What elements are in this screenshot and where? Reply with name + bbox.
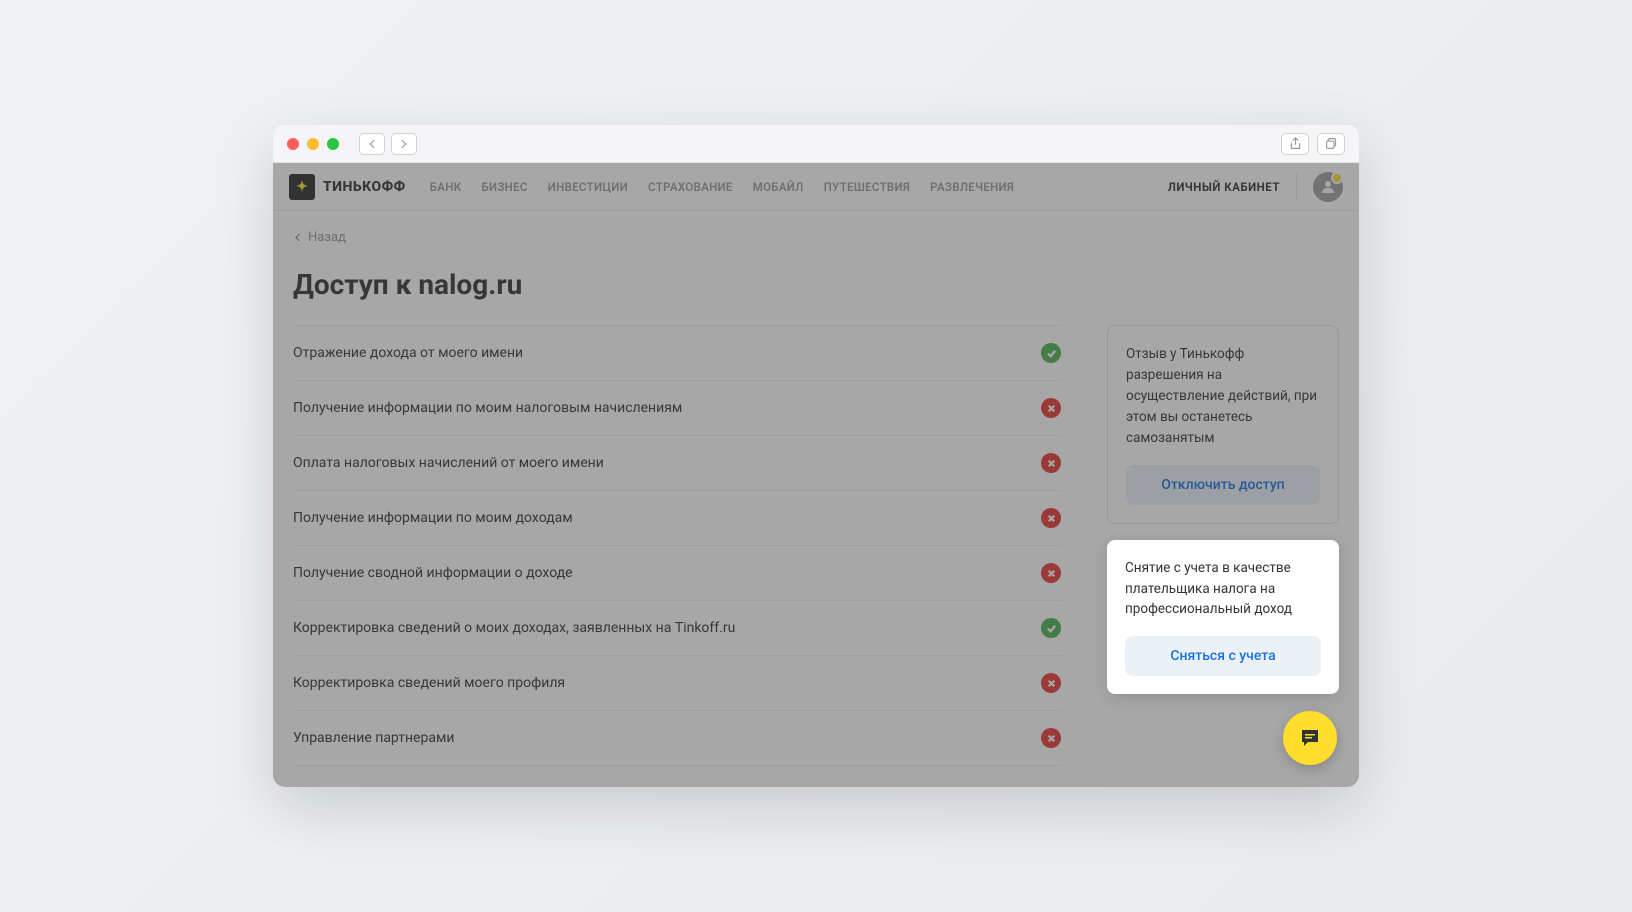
app-content: ✦ ТИНЬКОФФ БАНК БИЗНЕС ИНВЕСТИЦИИ СТРАХОВАН… bbox=[273, 163, 1359, 787]
chat-fab[interactable] bbox=[1283, 711, 1337, 765]
check-icon bbox=[1041, 618, 1061, 638]
deregister-button[interactable]: Сняться с учета bbox=[1125, 636, 1321, 676]
nav-links: БАНК БИЗНЕС ИНВЕСТИЦИИ СТРАХОВАНИЕ МОБАЙЛ ПУТ… bbox=[430, 180, 1014, 194]
permission-label: Отражение дохода от моего имени bbox=[293, 345, 523, 361]
divider bbox=[1296, 174, 1297, 200]
nav-link[interactable]: БАНК bbox=[430, 180, 462, 194]
permission-row[interactable]: Получение сводной информации о доходе bbox=[293, 546, 1061, 601]
nav-link[interactable]: СТРАХОВАНИЕ bbox=[648, 180, 733, 194]
check-icon bbox=[1041, 343, 1061, 363]
forward-button[interactable] bbox=[391, 133, 417, 155]
permission-label: Управление партнерами bbox=[293, 730, 454, 746]
cross-icon bbox=[1041, 673, 1061, 693]
maximize-window-button[interactable] bbox=[327, 138, 339, 150]
cabinet-link[interactable]: ЛИЧНЫЙ КАБИНЕТ bbox=[1168, 180, 1280, 194]
permission-row[interactable]: Получение информации по моим доходам bbox=[293, 491, 1061, 546]
permission-label: Оплата налоговых начислений от моего име… bbox=[293, 455, 604, 471]
close-window-button[interactable] bbox=[287, 138, 299, 150]
permission-label: Корректировка сведений моего профиля bbox=[293, 675, 565, 691]
permission-row[interactable]: Корректировка сведений моего профиля bbox=[293, 656, 1061, 711]
cross-icon bbox=[1041, 453, 1061, 473]
nav-arrows bbox=[359, 133, 417, 155]
window-titlebar bbox=[273, 125, 1359, 163]
card-text: Снятие с учета в качестве плательщика на… bbox=[1125, 558, 1321, 621]
traffic-lights bbox=[287, 138, 339, 150]
tabs-button[interactable] bbox=[1317, 133, 1345, 155]
revoke-access-button[interactable]: Отключить доступ bbox=[1126, 465, 1320, 505]
logo-icon: ✦ bbox=[289, 174, 315, 200]
permission-row[interactable]: Оплата налоговых начислений от моего име… bbox=[293, 436, 1061, 491]
chat-icon bbox=[1298, 726, 1322, 750]
page-title: Доступ к nalog.ru bbox=[293, 268, 1339, 301]
back-label: Назад bbox=[308, 230, 346, 245]
revoke-access-card: Отзыв у Тинькофф разрешения на осуществл… bbox=[1107, 325, 1339, 524]
cross-icon bbox=[1041, 398, 1061, 418]
permission-row[interactable]: Корректировка сведений о моих доходах, з… bbox=[293, 601, 1061, 656]
permission-row[interactable]: Получение информации по моим налоговым н… bbox=[293, 381, 1061, 436]
avatar[interactable] bbox=[1313, 172, 1343, 202]
nav-link[interactable]: БИЗНЕС bbox=[481, 180, 527, 194]
back-button[interactable] bbox=[359, 133, 385, 155]
nav-link[interactable]: ИНВЕСТИЦИИ bbox=[548, 180, 628, 194]
nav-link[interactable]: РАЗВЛЕЧЕНИЯ bbox=[930, 180, 1014, 194]
chevron-left-icon bbox=[293, 233, 302, 242]
permission-label: Получение информации по моим налоговым н… bbox=[293, 400, 682, 416]
cross-icon bbox=[1041, 728, 1061, 748]
logo-text: ТИНЬКОФФ bbox=[323, 179, 406, 195]
logo[interactable]: ✦ ТИНЬКОФФ bbox=[289, 174, 406, 200]
nav-link[interactable]: ПУТЕШЕСТВИЯ bbox=[824, 180, 911, 194]
deregister-card: Снятие с учета в качестве плательщика на… bbox=[1107, 540, 1339, 695]
share-button[interactable] bbox=[1281, 133, 1309, 155]
permission-label: Получение информации по моим доходам bbox=[293, 510, 573, 526]
nav-link[interactable]: МОБАЙЛ bbox=[753, 180, 804, 194]
back-link[interactable]: Назад bbox=[293, 230, 346, 245]
sidebar: Отзыв у Тинькофф разрешения на осуществл… bbox=[1107, 325, 1339, 694]
card-text: Отзыв у Тинькофф разрешения на осуществл… bbox=[1126, 344, 1320, 449]
page-body: Назад Доступ к nalog.ru Отражение дохода… bbox=[273, 211, 1359, 787]
permission-row[interactable]: Управление партнерами bbox=[293, 711, 1061, 766]
top-nav: ✦ ТИНЬКОФФ БАНК БИЗНЕС ИНВЕСТИЦИИ СТРАХОВАН… bbox=[273, 163, 1359, 211]
permission-label: Корректировка сведений о моих доходах, з… bbox=[293, 620, 735, 636]
permissions-list: Отражение дохода от моего имени Получение… bbox=[293, 325, 1061, 766]
permission-row[interactable]: Отражение дохода от моего имени bbox=[293, 325, 1061, 381]
browser-window: ✦ ТИНЬКОФФ БАНК БИЗНЕС ИНВЕСТИЦИИ СТРАХОВАН… bbox=[273, 125, 1359, 787]
permission-label: Получение сводной информации о доходе bbox=[293, 565, 573, 581]
minimize-window-button[interactable] bbox=[307, 138, 319, 150]
cross-icon bbox=[1041, 563, 1061, 583]
cross-icon bbox=[1041, 508, 1061, 528]
